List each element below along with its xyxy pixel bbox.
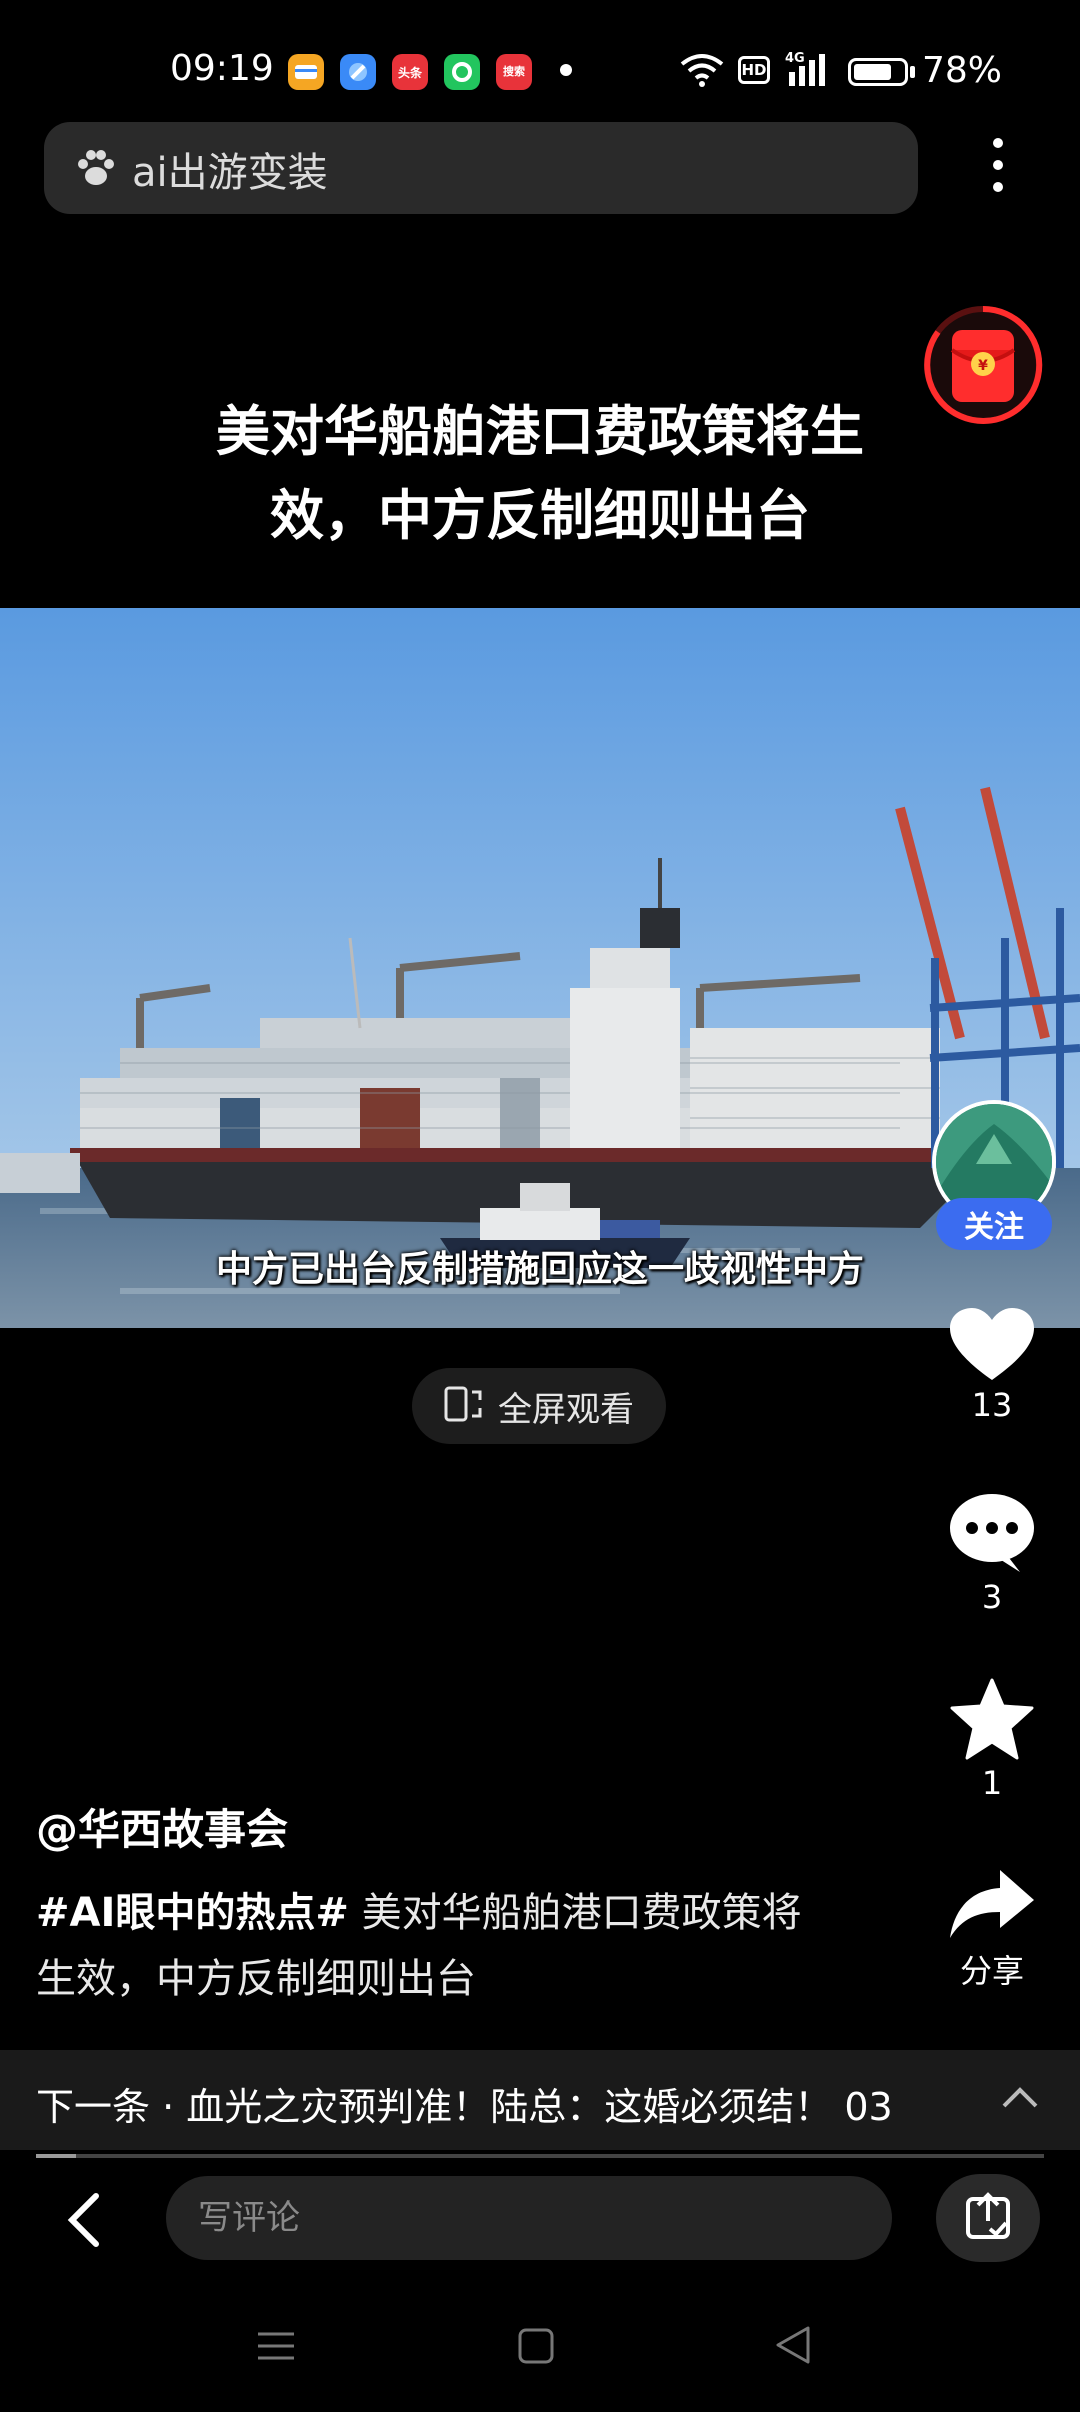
follow-button[interactable]: 关注 [936,1198,1052,1250]
comment-count: 3 [981,1578,1003,1616]
hd-badge: HD [738,56,770,84]
browser-app-icon [340,54,376,90]
comment-input[interactable] [166,2176,892,2260]
battery-level [854,64,892,80]
like-button[interactable]: 13 [940,1306,1044,1424]
more-menu-icon[interactable] [978,138,1018,198]
network-type-label: 4G [785,51,805,66]
comment-bubble-icon [940,1492,1044,1578]
notification-dot-icon [560,64,572,76]
video-subtitle: 中方已出台反制措施回应这一歧视性中方 [215,1249,864,1290]
toutiao-app-label: 头条 [397,65,422,80]
fullscreen-icon [444,1386,484,1426]
author-name[interactable]: @华西故事会 [36,1796,288,1857]
post-description: #AI眼中的热点# 美对华船舶港口费政策将生效，中方反制细则出台 [36,1880,836,2012]
video-title: 美对华船舶港口费政策将生 效，中方反制细则出台 [140,390,940,558]
battery-percent: 78% [922,50,1003,91]
news-app-icon: 搜索 [496,54,532,90]
fullscreen-label: 全屏观看 [498,1389,634,1430]
status-bar [0,0,1080,140]
search-query[interactable]: ai出游变装 [132,140,328,198]
repost-icon [964,2191,1012,2245]
status-time: 09:19 [170,48,274,89]
repost-button[interactable] [936,2174,1040,2262]
star-icon [940,1678,1044,1764]
share-label: 分享 [959,1952,1024,1990]
heart-icon [940,1306,1044,1386]
next-video-title[interactable]: 下一条 · 血光之灾预判准！陆总：这婚必须结！ 03 [36,2076,893,2131]
nav-back-icon[interactable] [772,2324,812,2370]
battery-cap [910,66,915,78]
video-title-line1: 美对华船舶港口费政策将生 [216,400,864,463]
paw-icon [74,146,118,194]
video-progress-fill [36,2154,77,2158]
video-progress-track[interactable] [36,2154,1044,2158]
green-app-icon [444,54,480,90]
battery-icon [848,58,908,86]
share-button[interactable]: 分享 [940,1866,1044,1992]
svg-text:¥: ¥ [978,358,988,374]
nav-home-icon[interactable] [516,2326,556,2370]
video-title-line2: 效，中方反制细则出台 [270,484,810,547]
toutiao-app-icon: 头条 [392,54,428,90]
comment-button[interactable]: 3 [940,1492,1044,1616]
wallet-app-icon [288,54,324,90]
news-app-label: 搜索 [503,65,525,78]
favorite-count: 1 [981,1764,1003,1802]
like-count: 13 [971,1386,1013,1424]
chevron-up-icon[interactable] [1000,2084,1040,2116]
video-frame[interactable] [0,608,1080,1328]
wifi-icon [680,52,724,92]
fullscreen-button[interactable]: 全屏观看 [412,1368,666,1444]
back-arrow-icon[interactable] [64,2192,104,2252]
signal-icon: 4G [785,50,841,94]
nav-recent-apps-icon[interactable] [256,2326,296,2370]
favorite-button[interactable]: 1 [940,1678,1044,1802]
share-arrow-icon [940,1866,1044,1946]
hashtag-link[interactable]: #AI眼中的热点# [36,1890,349,1936]
